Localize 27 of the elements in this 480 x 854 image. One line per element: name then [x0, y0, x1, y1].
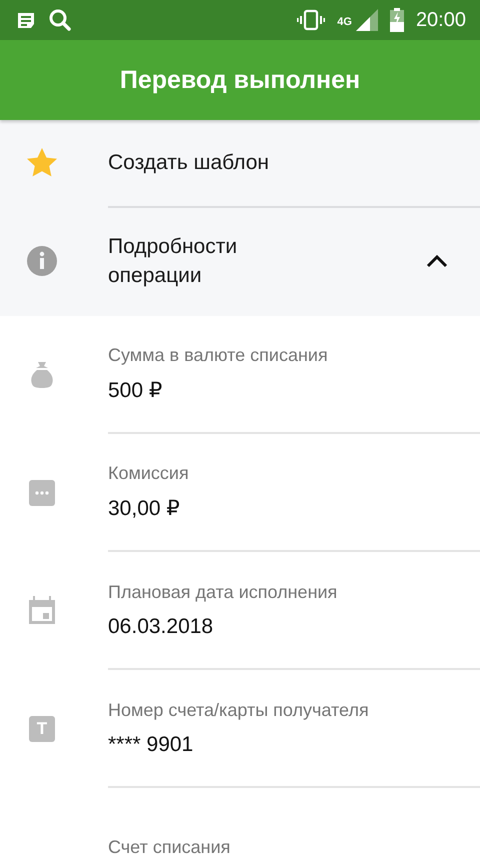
- vibrate-icon: [297, 9, 326, 31]
- star-icon: [26, 147, 58, 179]
- action-row[interactable]: Создать шаблон: [0, 120, 480, 206]
- clock: 20:00: [416, 8, 466, 32]
- detail-value: 06.03.2018: [108, 614, 214, 638]
- detail-label: Сумма в валюте списания: [108, 345, 329, 366]
- info-icon: [26, 245, 58, 277]
- detail-value: **** 9901: [108, 732, 194, 756]
- signal-icon: [356, 9, 378, 31]
- screen-title: Перевод выполнен: [120, 66, 360, 94]
- detail-label: Номер счета/карты получателя: [108, 700, 370, 720]
- notification-icon: [16, 11, 36, 29]
- detail-label: Плановая дата исполнения: [108, 582, 338, 602]
- action-label: Подробности операции: [108, 234, 238, 289]
- detail-value: 500 ₽: [108, 378, 164, 403]
- money-bag-icon: [30, 362, 54, 388]
- search-icon: [48, 8, 72, 32]
- action-label: Создать шаблон: [108, 150, 270, 176]
- action-row[interactable]: Подробности операции: [0, 206, 480, 316]
- detail-label: Комиссия: [108, 463, 190, 484]
- letter-icon: T: [29, 716, 55, 742]
- calendar-icon: [28, 596, 56, 626]
- detail-value: 30,00 ₽: [108, 496, 181, 521]
- detail-label: Счет списания: [108, 836, 232, 854]
- network-type: 4G: [337, 16, 352, 28]
- more-icon: [29, 480, 55, 506]
- battery-icon: [390, 8, 404, 32]
